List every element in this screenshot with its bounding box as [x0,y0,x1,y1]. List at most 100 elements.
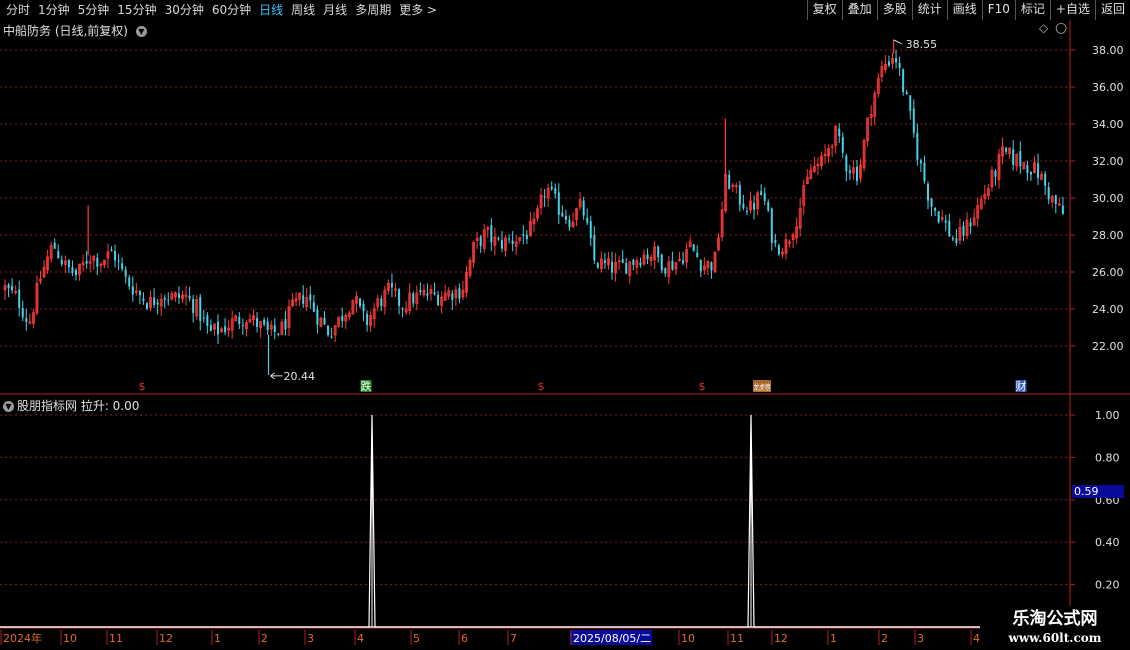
date-label: 10 [681,632,695,645]
candle-body [57,251,60,259]
candle-body [114,251,117,261]
chart-title: 中船防务 (日线,前复权) [3,24,128,38]
y-tick-label: 34.00 [1092,118,1124,131]
candle-body [930,198,933,207]
candle-body [256,318,259,327]
candle-body [934,207,937,211]
candle-body [1054,195,1057,205]
candle-body [710,262,713,271]
candle-body [728,174,731,190]
candle-body [412,293,415,304]
candle-body [266,321,269,331]
candle-body [962,225,965,236]
candle-body [341,315,344,322]
candle-body [522,234,525,236]
candle-body [525,234,528,240]
candle-body [241,325,244,327]
candle-body [316,309,319,325]
candle-body [426,293,429,296]
collapse-icon[interactable]: ○ [1055,20,1067,36]
candle-body [490,225,493,243]
indicator-value-box: 0.59 [1072,485,1124,498]
y-tick-label: 0.40 [1095,536,1120,549]
candle-body [568,219,571,228]
watermark-title: 乐淘公式网 [1012,609,1098,629]
candle-body [902,69,905,93]
candle-body [437,294,440,306]
candle-body [508,238,511,240]
candle-body [660,254,663,271]
candle-body [497,238,500,240]
dropdown-icon[interactable]: ▼ [135,26,147,37]
candle-body [596,262,599,268]
candle-body [263,319,266,325]
candle-body [543,196,546,198]
candle-body [767,202,770,211]
date-label: 2024年 [3,631,42,645]
candle-body [671,260,674,270]
candle-body [955,238,958,244]
date-label: 12 [159,632,173,645]
candle-body [75,270,77,276]
candle-body [380,298,383,307]
candle-body [11,285,14,291]
diamond-icon[interactable]: ◇ [1039,21,1048,35]
date-label: 2 [881,632,888,645]
candle-body [550,186,553,190]
candle-body [770,208,773,243]
candle-body [131,286,134,295]
candle-body [845,155,848,172]
candle-body [419,290,422,293]
candle-body [238,316,241,324]
candle-body [146,303,148,309]
date-label: 1 [214,632,221,645]
candle-body [664,267,667,274]
candle-body [912,108,915,134]
candle-body [909,95,912,111]
candle-body [67,259,70,268]
y-tick-label: 26.00 [1092,266,1124,279]
indicator-panel-title[interactable]: ▼ 股朋指标网 拉升: 0.00 [3,397,139,414]
candle-body [284,319,287,330]
high-label: 38.55 [906,38,938,51]
candle-body [18,289,21,308]
candle-body [1012,149,1015,165]
candle-body [192,299,195,313]
y-tick-label: 32.00 [1092,155,1124,168]
candle-body [561,212,564,217]
event-marker: $ [699,380,706,393]
candle-body [327,325,330,336]
candle-body [359,298,361,306]
y-tick-label: 30.00 [1092,192,1124,205]
candle-body [142,298,145,301]
candle-body [557,192,560,215]
date-label: 12 [774,632,788,645]
y-tick-label: 28.00 [1092,229,1124,242]
candle-body [927,183,929,201]
dropdown-icon[interactable]: ▼ [3,401,14,412]
candle-body [458,288,461,299]
candle-body [366,314,369,326]
candle-body [856,166,858,181]
date-label: 4 [357,632,364,645]
candle-body [625,262,628,274]
date-label: 2 [261,632,268,645]
date-label: 2025/08/05/二 [573,632,651,645]
candle-body [657,246,660,258]
candle-body [71,267,74,274]
candle-body [156,302,159,305]
candle-body [277,333,280,335]
candle-body [1026,164,1029,173]
candle-body [153,297,156,305]
date-label: 3 [307,632,314,645]
candle-body [937,211,940,223]
y-tick-label: 22.00 [1092,340,1124,353]
y-tick-label: 36.00 [1092,81,1124,94]
candle-body [121,263,124,269]
candle-body [209,325,212,331]
candle-body [621,259,624,263]
candle-body [838,128,841,137]
candle-body [128,277,131,287]
main-panel-title[interactable]: 中船防务 (日线,前复权) ▼ [3,22,150,39]
date-label: 1 [830,632,837,645]
